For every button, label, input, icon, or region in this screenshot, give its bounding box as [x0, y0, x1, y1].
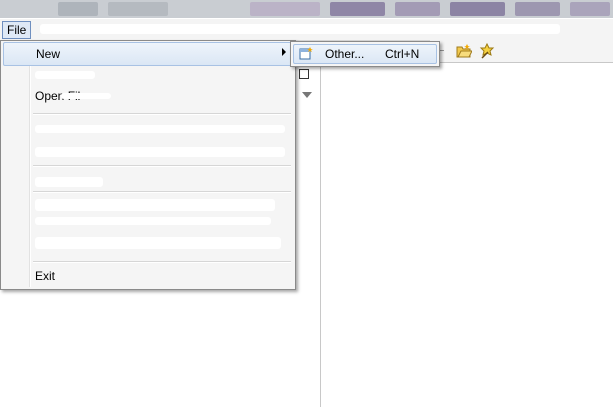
view-mini-toolbar: [296, 62, 321, 407]
submenu-arrow-icon: [282, 48, 286, 56]
redacted-menu-item: [35, 217, 271, 225]
redacted-menu-item: [35, 147, 285, 157]
taskbar-strip: [0, 0, 613, 18]
menu-file-label: File: [7, 23, 27, 37]
menu-bar: File: [0, 19, 613, 41]
menu-file[interactable]: File: [2, 21, 31, 39]
menu-separator: [33, 113, 291, 115]
editor-area: [321, 62, 613, 408]
menu-separator: [33, 191, 291, 193]
menu-item-exit-label: Exit: [35, 269, 56, 283]
new-submenu: Other... Ctrl+N: [290, 41, 440, 67]
redacted-menu-items: [40, 24, 560, 34]
view-menu-icon[interactable]: [302, 92, 312, 98]
toolbar: [430, 40, 613, 64]
redacted-menu-item: [35, 71, 95, 79]
menu-item-exit[interactable]: Exit: [3, 265, 291, 287]
redacted-menu-item: [35, 177, 103, 187]
redacted-menu-item: [35, 237, 281, 249]
new-wizard-icon: [299, 47, 313, 60]
redacted-menu-item: [61, 93, 111, 99]
menu-separator: [33, 261, 291, 263]
redacted-menu-item: [35, 125, 285, 133]
submenu-item-other-label: Other...: [325, 47, 365, 61]
new-wizard-icon[interactable]: [479, 43, 495, 59]
menu-item-open-file[interactable]: Open Fil: [3, 85, 291, 107]
menu-separator: [33, 165, 291, 167]
redacted-menu-item: [35, 199, 275, 211]
file-menu-dropdown: New Open Fil Exit: [0, 40, 296, 290]
open-folder-icon[interactable]: [456, 43, 472, 59]
menu-item-new[interactable]: New: [3, 42, 293, 66]
submenu-item-other-shortcut: Ctrl+N: [385, 47, 420, 61]
menu-icon-gutter: [29, 43, 31, 287]
submenu-item-other[interactable]: Other... Ctrl+N: [293, 44, 437, 64]
menu-item-new-label: New: [36, 47, 61, 61]
maximize-icon[interactable]: [299, 69, 309, 79]
